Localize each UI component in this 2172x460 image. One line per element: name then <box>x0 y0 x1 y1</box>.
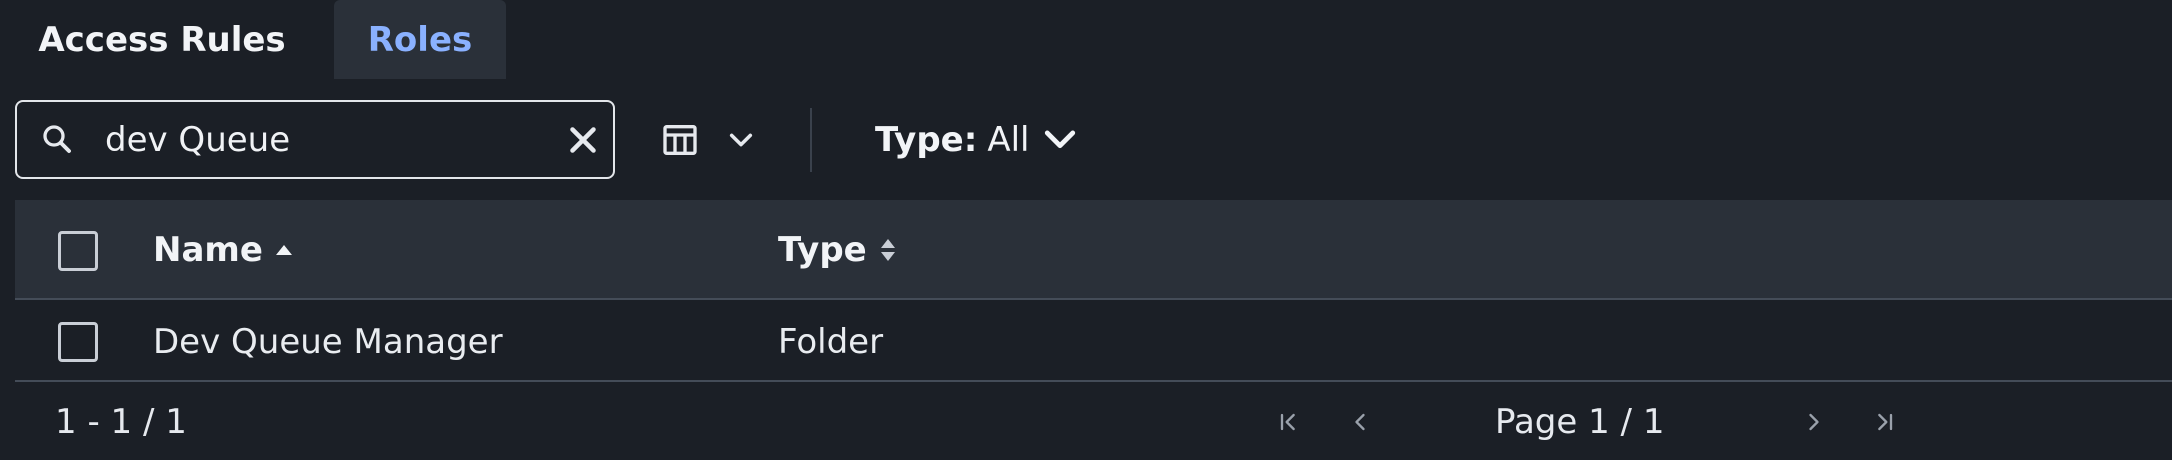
pagination-bar: 1 - 1 / 1 Page 1 / 1 <box>0 384 2172 460</box>
tab-bar: Access Rules Roles <box>0 0 506 80</box>
roles-page: Access Rules Roles dev Queue Type: All N… <box>0 0 2172 460</box>
column-header-type[interactable]: Type <box>778 226 897 274</box>
type-filter-dropdown[interactable]: Type: All <box>875 114 1077 166</box>
type-filter-label: Type: <box>875 120 978 160</box>
row-type-cell: Folder <box>778 322 884 362</box>
search-field[interactable]: dev Queue <box>15 100 615 179</box>
search-icon <box>43 125 71 153</box>
chevron-left-icon[interactable] <box>1346 408 1374 436</box>
pagination-range: 1 - 1 / 1 <box>55 402 187 442</box>
table-header: Name Type <box>15 200 2172 300</box>
tab-roles[interactable]: Roles <box>334 0 506 79</box>
column-header-type-label: Type <box>778 230 867 270</box>
search-input[interactable]: dev Queue <box>105 116 290 164</box>
row-name-cell: Dev Queue Manager <box>153 322 503 362</box>
tab-access-rules-label: Access Rules <box>38 20 286 60</box>
column-settings-button[interactable] <box>652 114 762 166</box>
last-page-icon[interactable] <box>1870 408 1898 436</box>
sort-ascending-icon <box>275 245 292 255</box>
type-filter-value: All <box>987 120 1030 160</box>
tab-roles-label: Roles <box>367 19 473 60</box>
chevron-down-icon <box>729 133 753 147</box>
column-header-name-label: Name <box>153 230 263 270</box>
column-header-name[interactable]: Name <box>153 226 293 274</box>
first-page-icon[interactable] <box>1275 408 1303 436</box>
chevron-right-icon[interactable] <box>1800 408 1828 436</box>
table-columns-icon <box>663 125 697 155</box>
sort-icon <box>880 239 895 261</box>
close-icon[interactable] <box>565 122 601 158</box>
toolbar-divider <box>810 108 812 172</box>
chevron-down-icon <box>1045 130 1076 149</box>
row-checkbox[interactable] <box>58 322 98 362</box>
select-all-checkbox[interactable] <box>58 231 98 271</box>
table-row[interactable]: Dev Queue Manager Folder <box>15 302 2172 382</box>
tab-access-rules[interactable]: Access Rules <box>0 0 324 80</box>
page-indicator: Page 1 / 1 <box>1495 402 1665 442</box>
